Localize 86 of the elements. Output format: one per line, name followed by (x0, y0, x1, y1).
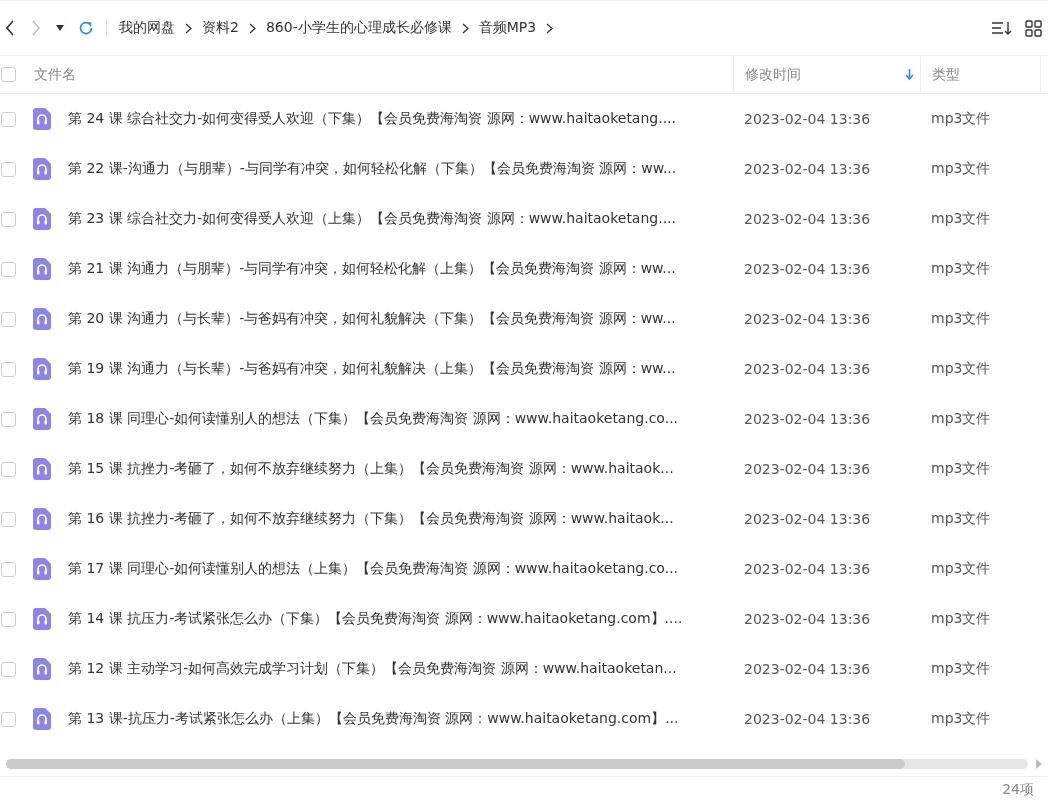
audio-file-icon (33, 708, 51, 730)
file-type: mp3文件 (930, 610, 992, 628)
refresh-button[interactable] (78, 20, 94, 36)
audio-file-icon (33, 508, 51, 530)
file-name[interactable]: 第 20 课 沟通力（与长辈）-与爸妈有冲突，如何礼貌解决（下集）【会员免费海淘资 源网：ww... (68, 310, 676, 328)
row-checkbox[interactable] (1, 211, 16, 227)
file-type: mp3文件 (930, 160, 992, 178)
modified-time: 2023-02-04 13:36 (743, 211, 872, 227)
file-type: mp3文件 (930, 710, 992, 728)
file-type: mp3文件 (930, 110, 992, 128)
row-checkbox[interactable] (1, 361, 16, 377)
breadcrumb-link[interactable]: 资料2 (202, 19, 239, 37)
modified-time: 2023-02-04 13:36 (743, 111, 872, 127)
item-count: 24项 (1002, 781, 1034, 798)
column-header[interactable]: 类型 (932, 65, 960, 84)
column-header[interactable]: 文件名 (34, 65, 76, 84)
breadcrumb-link[interactable]: 音频MP3 (478, 19, 537, 37)
modified-time: 2023-02-04 13:36 (743, 561, 872, 577)
chevron-icon (185, 22, 192, 34)
file-type: mp3文件 (930, 260, 992, 278)
file-type: mp3文件 (930, 210, 992, 228)
row-checkbox[interactable] (1, 111, 16, 127)
modified-time: 2023-02-04 13:36 (743, 711, 872, 727)
audio-file-icon (33, 408, 51, 430)
row-checkbox[interactable] (1, 511, 16, 527)
grid-view-button[interactable] (1025, 19, 1042, 37)
file-name[interactable]: 第 24 课 综合社交力-如何变得受人欢迎（下集）【会员免费海淘资 源网：www.haitaoketang.... (68, 110, 676, 128)
file-name[interactable]: 第 12 课 主动学习-如何高效完成学习计划（下集）【会员免费海淘资 源网：www.haitaoketan... (68, 660, 677, 678)
column-header[interactable]: 修改时间 (745, 65, 801, 84)
audio-file-icon (33, 608, 51, 630)
row-checkbox[interactable] (1, 561, 16, 577)
audio-file-icon (33, 308, 51, 330)
select-all-checkbox[interactable] (1, 67, 16, 82)
file-name[interactable]: 第 19 课 沟通力（与长辈）-与爸妈有冲突，如何礼貌解决（上集）【会员免费海淘资 源网：ww... (68, 360, 676, 378)
file-type: mp3文件 (930, 310, 992, 328)
row-checkbox[interactable] (1, 611, 16, 627)
modified-time: 2023-02-04 13:36 (743, 661, 872, 677)
forward-button[interactable] (30, 20, 42, 36)
file-type: mp3文件 (930, 460, 992, 478)
file-type: mp3文件 (930, 510, 992, 528)
audio-file-icon (33, 558, 51, 580)
file-name[interactable]: 第 21 课 沟通力（与朋辈）-与同学有冲突，如何轻松化解（上集）【会员免费海淘资 源网：ww... (68, 260, 676, 278)
scroll-right-icon[interactable] (1036, 759, 1042, 769)
row-checkbox[interactable] (1, 161, 16, 177)
file-name[interactable]: 第 16 课 抗挫力-考砸了，如何不放弃继续努力（下集）【会员免费海淘资 源网：www.haitaok... (68, 510, 674, 528)
file-name[interactable]: 第 22 课-沟通力（与朋辈）-与同学有冲突，如何轻松化解（下集）【会员免费海淘资 源网：ww... (68, 160, 677, 178)
row-checkbox[interactable] (1, 661, 16, 677)
row-checkbox[interactable] (1, 461, 16, 477)
chevron-icon (546, 22, 554, 34)
modified-time: 2023-02-04 13:36 (743, 361, 872, 377)
audio-file-icon (33, 358, 51, 380)
file-type: mp3文件 (930, 660, 992, 678)
row-checkbox[interactable] (1, 311, 16, 327)
file-name[interactable]: 第 18 课 同理心-如何读懂别人的想法（下集）【会员免费海淘资 源网：www.haitaoketang.co... (68, 410, 679, 428)
chevron-icon (461, 22, 469, 34)
audio-file-icon (33, 458, 51, 480)
file-name[interactable]: 第 15 课 抗挫力-考砸了，如何不放弃继续努力（上集）【会员免费海淘资 源网：www.haitaok... (68, 460, 674, 478)
back-button[interactable] (4, 20, 16, 36)
file-type: mp3文件 (930, 560, 992, 578)
sort-arrow-icon (905, 69, 914, 80)
history-dropdown[interactable] (56, 25, 64, 31)
audio-file-icon (33, 658, 51, 680)
file-name[interactable]: 第 14 课 抗压力-考试紧张怎么办（下集）【会员免费海淘资 源网：www.haitaoketang.com】.... (68, 610, 683, 628)
audio-file-icon (33, 108, 51, 130)
row-checkbox[interactable] (1, 261, 16, 277)
file-type: mp3文件 (930, 360, 992, 378)
file-name[interactable]: 第 17 课 同理心-如何读懂别人的想法（上集）【会员免费海淘资 源网：www.haitaoketang.co... (68, 560, 679, 578)
audio-file-icon (33, 258, 51, 280)
breadcrumb-link[interactable]: 我的网盘 (119, 19, 175, 37)
modified-time: 2023-02-04 13:36 (743, 411, 872, 427)
modified-time: 2023-02-04 13:36 (743, 311, 872, 327)
audio-file-icon (33, 158, 51, 180)
sort-button[interactable] (991, 20, 1013, 36)
breadcrumb-link[interactable]: 860-小学生的心理成长必修课 (265, 19, 452, 37)
modified-time: 2023-02-04 13:36 (743, 511, 872, 527)
file-name[interactable]: 第 23 课 综合社交力-如何变得受人欢迎（上集）【会员免费海淘资 源网：www.haitaoketang.... (68, 210, 676, 228)
file-type: mp3文件 (930, 410, 992, 428)
file-name[interactable]: 第 13 课-抗压力-考试紧张怎么办（上集）【会员免费海淘资 源网：www.haitaoketang.com】... (68, 710, 679, 728)
modified-time: 2023-02-04 13:36 (743, 611, 872, 627)
row-checkbox[interactable] (1, 711, 16, 727)
audio-file-icon (33, 208, 51, 230)
modified-time: 2023-02-04 13:36 (743, 161, 872, 177)
row-checkbox[interactable] (1, 411, 16, 427)
modified-time: 2023-02-04 13:36 (743, 461, 872, 477)
modified-time: 2023-02-04 13:36 (743, 261, 872, 277)
chevron-icon (248, 22, 256, 34)
